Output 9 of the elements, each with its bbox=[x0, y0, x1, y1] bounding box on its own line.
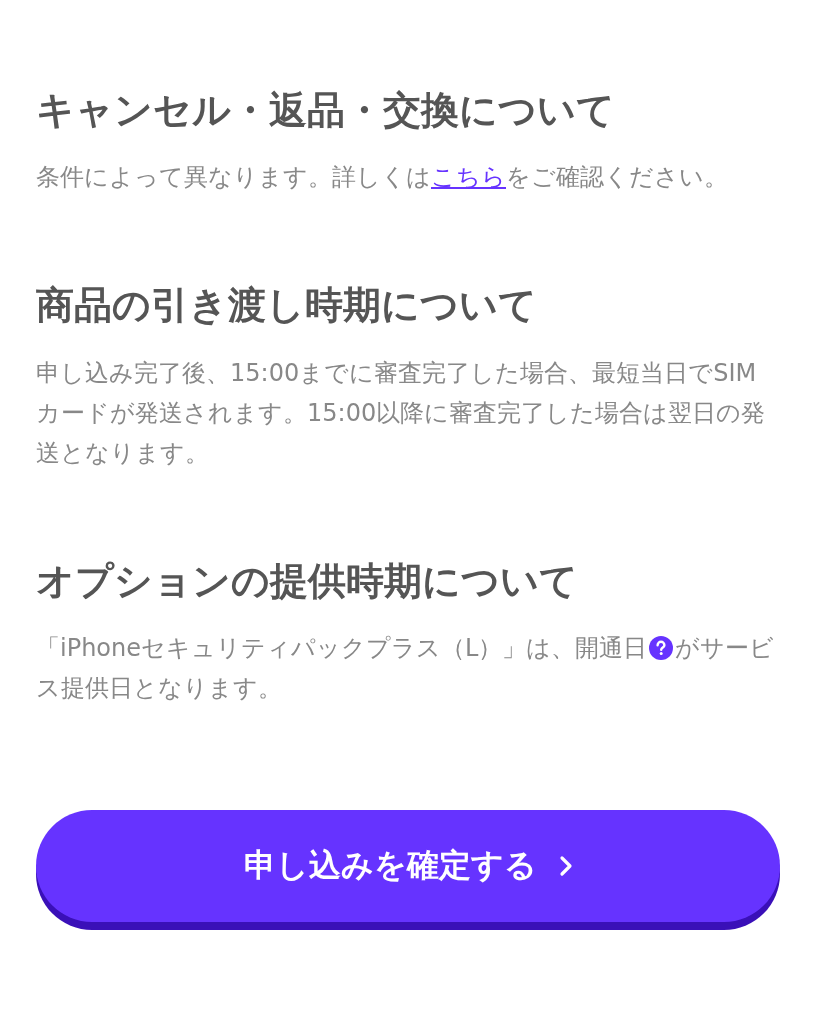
details-link[interactable]: こちら bbox=[431, 163, 506, 192]
section-text: 申し込み完了後、15:00までに審査完了した場合、最短当日でSIMカードが発送されます。15:00以降に審査完了した場合は翌日の発送となります。 bbox=[36, 357, 767, 469]
section-text: 条件によって異なります。詳しくは こちら をご確認ください。 bbox=[36, 162, 729, 194]
help-icon[interactable] bbox=[649, 636, 674, 661]
section-heading: オプションの提供時期について bbox=[36, 557, 579, 605]
section-heading: キャンセル・返品・交換について bbox=[36, 87, 616, 134]
chevron-icon bbox=[558, 855, 573, 878]
section-heading: 商品の引き渡し時期について bbox=[36, 282, 538, 330]
section-text: 「iPhoneセキュリティパックプラス（L）」は、開通日 がサービス提供日となります。 bbox=[36, 633, 776, 705]
